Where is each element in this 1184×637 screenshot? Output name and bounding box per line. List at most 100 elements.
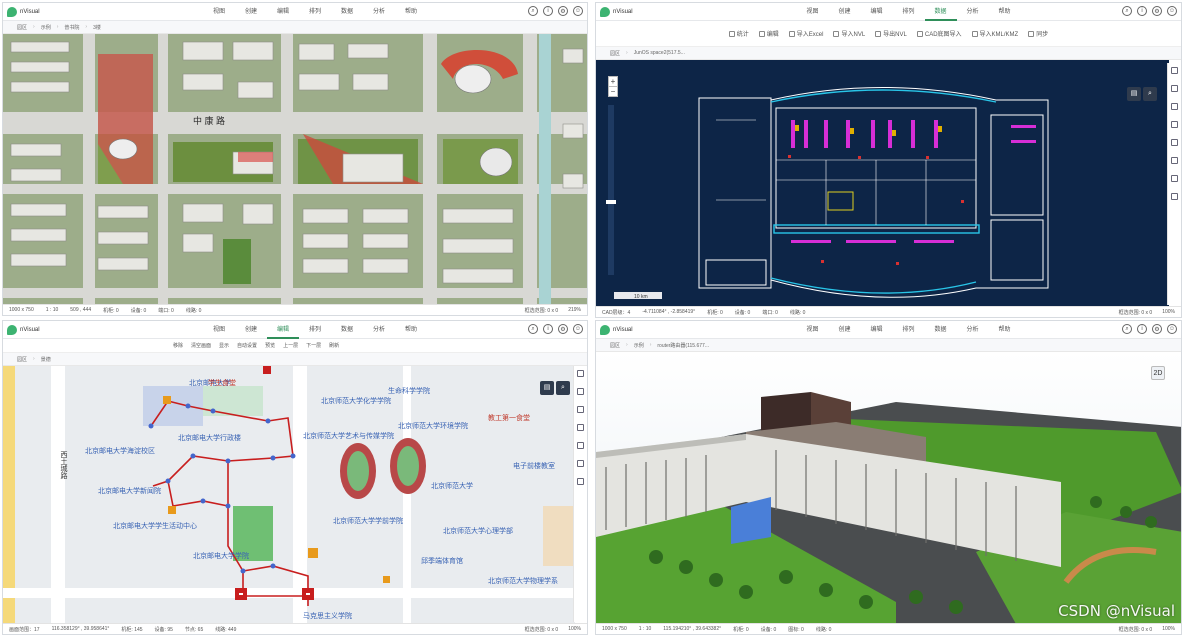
menu-arrange[interactable]: 排列 [892,3,924,21]
menu-edit[interactable]: 编辑 [860,321,892,339]
tool-edit[interactable]: 编辑 [758,29,779,38]
menu-help[interactable]: 帮助 [395,3,427,21]
tool-clear[interactable]: 清空画面 [191,342,211,349]
menu-view[interactable]: 视图 [796,321,828,339]
user-icon[interactable]: ☺ [573,324,583,334]
breadcrumb-item[interactable]: 3楼 [93,24,101,31]
layers-icon[interactable]: ▤ [540,381,554,395]
menu-view[interactable]: 视图 [203,3,235,21]
zoom-level[interactable]: 100% [568,626,581,633]
tool-import-kml[interactable]: 导入KML/KMZ [971,29,1018,38]
search-icon[interactable]: ⌕ [1122,324,1132,334]
menu-edit[interactable]: 编辑 [267,3,299,21]
breadcrumb-item[interactable]: router路由器(115.677... [657,342,709,349]
table-icon[interactable] [1171,67,1178,74]
breadcrumb-item[interactable]: 景德 [41,356,51,363]
city-aerial-canvas[interactable]: 中 康 路 [3,34,588,306]
tool-import-cad[interactable]: CAD底图导入 [916,29,962,38]
tool-export-nvl[interactable]: 导出NVL [875,29,907,38]
menu-edit[interactable]: 编辑 [860,3,892,21]
breadcrumb-item[interactable]: 园区 [17,356,27,363]
filter-icon[interactable] [577,460,584,467]
tool-level-up[interactable]: 上一层 [283,342,298,349]
table-icon[interactable] [577,370,584,377]
menu-analysis[interactable]: 分析 [363,321,395,339]
menu-analysis[interactable]: 分析 [957,321,989,339]
breadcrumb-item[interactable]: 普书院 [64,24,79,31]
tool-preview[interactable]: 预览 [265,342,275,349]
user-icon[interactable]: ☺ [1167,324,1177,334]
layers-icon[interactable]: ▤ [1127,87,1141,101]
breadcrumb-item[interactable]: 示例 [41,24,51,31]
menu-analysis[interactable]: 分析 [957,3,989,21]
tool-auto[interactable]: 自动设置 [237,342,257,349]
breadcrumb-item[interactable]: 园区 [17,24,27,31]
menu-view[interactable]: 视图 [796,3,828,21]
map-label: 北京邮电大学学生活动中心 [113,523,197,530]
menu-create[interactable]: 创建 [828,3,860,21]
layers-icon[interactable] [577,406,584,413]
link-icon[interactable] [577,424,584,431]
image-icon[interactable] [1171,193,1178,200]
filter-icon[interactable] [1171,157,1178,164]
tool-statistics[interactable]: 统计 [728,29,749,38]
tool-sync[interactable]: 同步 [1028,29,1048,38]
link-icon[interactable] [1171,121,1178,128]
menu-help[interactable]: 帮助 [395,321,427,339]
menu-arrange[interactable]: 排列 [299,321,331,339]
settings-icon[interactable]: ⚙ [558,6,568,16]
user-icon[interactable]: ☺ [1167,6,1177,16]
breadcrumb-item[interactable]: 园区 [610,50,620,57]
info-icon[interactable]: i [1137,6,1147,16]
tool-refresh[interactable]: 刷新 [329,342,339,349]
settings-icon[interactable]: ⚙ [558,324,568,334]
menu-data[interactable]: 数据 [331,3,363,21]
search-icon[interactable]: ⌕ [1143,87,1157,101]
menu-analysis[interactable]: 分析 [363,3,395,21]
user-icon[interactable]: ☺ [573,6,583,16]
info-icon[interactable]: i [543,324,553,334]
view-2d-button[interactable]: 2D [1151,366,1165,380]
menu-create[interactable]: 创建 [828,321,860,339]
tool-remove[interactable]: 移除 [173,342,183,349]
menu-data[interactable]: 数据 [924,3,957,21]
print-icon[interactable] [1171,175,1178,182]
grid-icon[interactable] [1171,139,1178,146]
list-icon[interactable] [577,388,584,395]
menu-help[interactable]: 帮助 [989,321,1021,339]
zoom-level[interactable]: 100% [1162,309,1175,316]
tool-show[interactable]: 显示 [219,342,229,349]
menu-data[interactable]: 数据 [925,321,957,339]
menu-view[interactable]: 视图 [203,321,235,339]
info-icon[interactable]: i [1137,324,1147,334]
breadcrumb-item[interactable]: 园区 [610,342,620,349]
search-icon[interactable]: ⌕ [556,381,570,395]
layers-icon[interactable] [1171,103,1178,110]
menu-arrange[interactable]: 排列 [299,3,331,21]
tool-level-down[interactable]: 下一层 [306,342,321,349]
menu-help[interactable]: 帮助 [989,3,1021,21]
search-icon[interactable]: ⌕ [1122,6,1132,16]
menu-data[interactable]: 数据 [331,321,363,339]
menu-arrange[interactable]: 排列 [892,321,924,339]
list-icon[interactable] [1171,85,1178,92]
zoom-level[interactable]: 100% [1162,626,1175,633]
zoom-out-button[interactable]: − [608,86,618,97]
tool-import-excel[interactable]: 导入Excel [788,29,823,38]
tool-import-nvl[interactable]: 导入NVL [833,29,865,38]
settings-icon[interactable]: ⚙ [1152,324,1162,334]
menu-create[interactable]: 创建 [235,3,267,21]
settings-icon[interactable]: ⚙ [1152,6,1162,16]
grid-icon[interactable] [577,442,584,449]
3d-scene-canvas[interactable] [596,352,1182,624]
breadcrumb-item[interactable]: JunOS space2(517.5... [634,50,685,56]
search-icon[interactable]: ⌕ [528,324,538,334]
menu-create[interactable]: 创建 [235,321,267,339]
zoom-level[interactable]: 219% [568,307,581,314]
print-icon[interactable] [577,478,584,485]
breadcrumb-item[interactable]: 示例 [634,342,644,349]
search-icon[interactable]: ⌕ [528,6,538,16]
info-icon[interactable]: i [543,6,553,16]
cad-canvas[interactable]: 10 km [596,60,1169,307]
menu-edit[interactable]: 编辑 [266,321,299,339]
